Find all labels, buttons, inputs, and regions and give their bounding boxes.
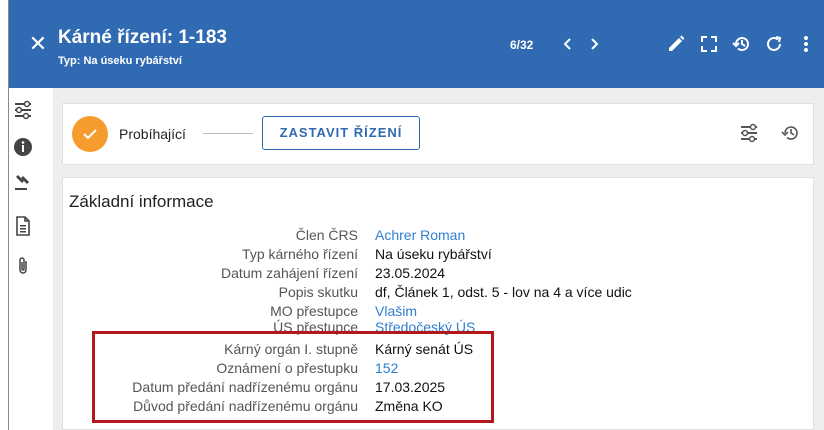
history-icon[interactable]	[730, 32, 754, 56]
row-value-us[interactable]: Středočeský ÚS	[375, 319, 475, 335]
row-value-type: Na úseku rybářství	[375, 246, 492, 262]
row-value-member[interactable]: Achrer Roman	[375, 227, 465, 243]
row-value-transfer-date: 17.03.2025	[375, 379, 446, 395]
stop-proceedings-button[interactable]: ZASTAVIT ŘÍZENÍ	[262, 116, 420, 150]
row-label-mo: MO přestupce	[270, 303, 358, 319]
more-vert-icon[interactable]	[796, 32, 816, 56]
row-label-start-date: Datum zahájení řízení	[221, 265, 358, 281]
tune-icon[interactable]	[738, 122, 760, 144]
section-title: Základní informace	[69, 192, 214, 211]
history-icon[interactable]	[780, 122, 802, 144]
row-value-disciplinary-body: Kárný senát ÚS	[375, 341, 474, 357]
row-label-us: ÚS přestupce	[273, 319, 358, 335]
row-label-transfer-date: Datum předání nadřízenému orgánu	[132, 379, 358, 395]
chevron-right-icon[interactable]	[582, 32, 606, 56]
info-icon[interactable]	[13, 137, 33, 157]
row-label-notice: Oznámení o přestupku	[216, 360, 358, 376]
tune-icon[interactable]	[13, 100, 33, 120]
row-value-mo[interactable]: Vlašim	[375, 303, 417, 319]
row-label-transfer-reason: Důvod předání nadřízenému orgánu	[133, 398, 358, 414]
row-label-type: Typ kárného řízení	[242, 246, 358, 262]
page-subtitle: Typ: Na úseku rybářství	[58, 55, 182, 67]
close-icon[interactable]: ✕	[28, 33, 48, 55]
pencil-icon[interactable]	[664, 32, 688, 56]
record-pager: 6/32	[510, 38, 534, 52]
row-value-description: df, Článek 1, odst. 5 - lov na 4 a více …	[375, 284, 632, 300]
gavel-icon[interactable]	[13, 172, 33, 192]
refresh-icon[interactable]	[762, 32, 786, 56]
row-value-start-date: 23.05.2024	[375, 265, 446, 281]
document-icon[interactable]	[13, 216, 33, 236]
state-label: Probíhající	[119, 126, 186, 142]
chevron-left-icon[interactable]	[556, 32, 580, 56]
attachment-icon[interactable]	[13, 256, 33, 276]
row-label-description: Popis skutku	[278, 284, 358, 300]
row-value-notice[interactable]: 152	[375, 360, 398, 376]
page-title: Kárné řízení: 1-183	[58, 27, 227, 48]
fullscreen-icon[interactable]	[697, 32, 721, 56]
row-value-transfer-reason: Změna KO	[375, 398, 443, 414]
state-divider	[203, 133, 253, 134]
row-label-member: Člen ČRS	[295, 227, 358, 243]
check-icon	[72, 116, 108, 152]
row-label-disciplinary-body: Kárný orgán I. stupně	[224, 341, 358, 357]
